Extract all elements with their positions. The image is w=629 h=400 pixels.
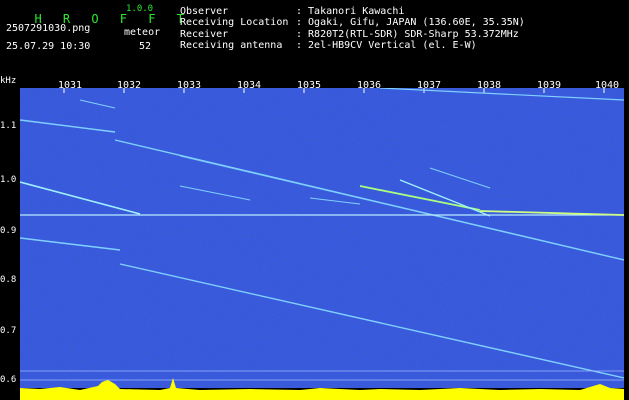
app-version: 1.0.0 (126, 4, 154, 14)
meteor-count: 52 (139, 41, 152, 52)
info-value-observer: : Takanori Kawachi (296, 6, 405, 17)
y-tick: 0.7 (0, 326, 17, 336)
y-tick: 0.8 (0, 275, 17, 285)
spectrogram (20, 88, 624, 400)
timestamp: 25.07.29 10:30 (6, 41, 91, 52)
y-unit-label: kHz (0, 76, 17, 86)
app-title: H R O F F T (6, 3, 191, 25)
info-value-antenna: : 2el-HB9CV Vertical (el. E-W) (296, 40, 477, 51)
y-tick: 1.0 (0, 175, 17, 185)
info-value-receiver: : R820T2(RTL-SDR) SDR-Sharp 53.372MHz (296, 29, 519, 40)
info-key-antenna: Receiving antenna (180, 40, 283, 51)
info-key-location: Receiving Location (180, 17, 289, 28)
info-key-observer: Observer (180, 6, 229, 17)
meteor-label: meteor (124, 27, 161, 38)
y-tick: 0.9 (0, 226, 17, 236)
y-tick: 0.6 (0, 375, 17, 385)
filename: 2507291030.png (6, 23, 91, 34)
y-tick: 1.1 (0, 121, 17, 131)
info-key-receiver: Receiver (180, 29, 229, 40)
spectrogram-canvas (20, 88, 624, 400)
info-value-location: : Ogaki, Gifu, JAPAN (136.60E, 35.35N) (296, 17, 525, 28)
